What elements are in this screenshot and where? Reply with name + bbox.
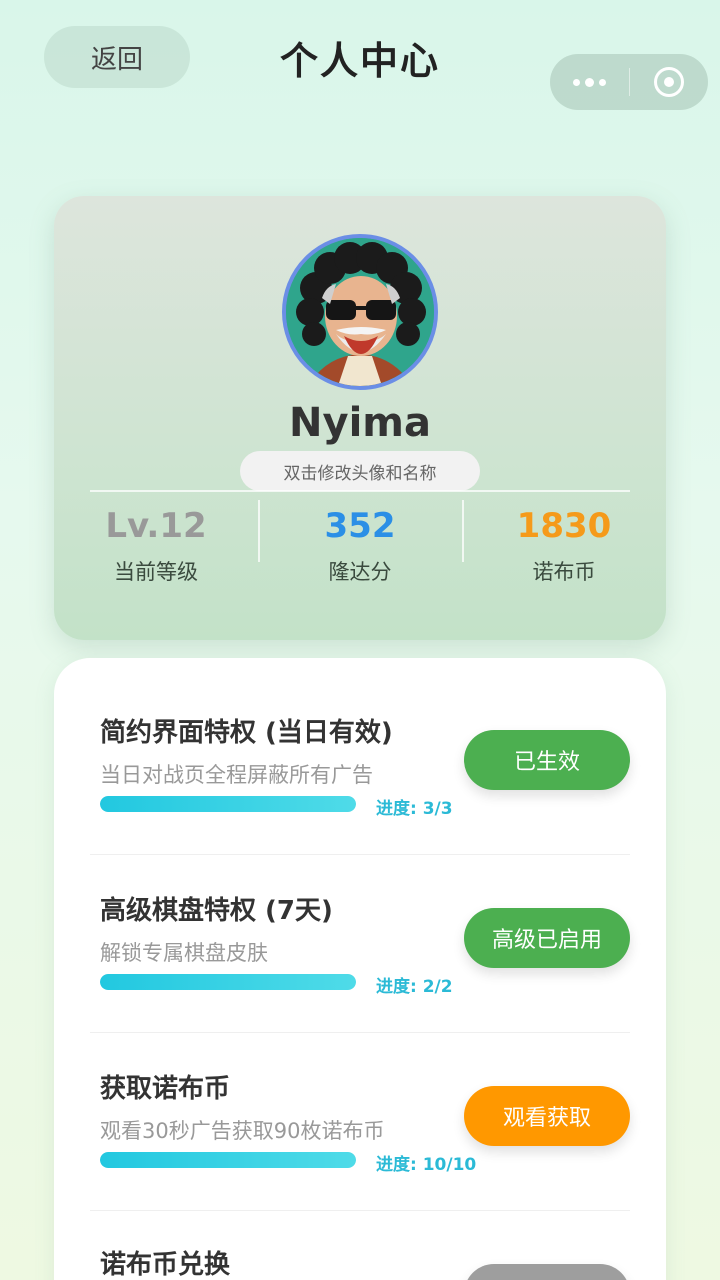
close-miniprogram-icon[interactable] (630, 54, 708, 110)
stat-coins: 1830 诺布币 (462, 496, 666, 596)
stats-row: Lv.12 当前等级 352 隆达分 1830 诺布币 (54, 496, 666, 596)
task-progress-fill (100, 974, 356, 990)
task-progress-bar (100, 974, 356, 990)
task-progress-bar (100, 1152, 356, 1168)
profile-card: Nyima 双击修改头像和名称 Lv.12 当前等级 352 隆达分 1830 … (54, 196, 666, 640)
stat-score-value: 352 (324, 506, 396, 546)
task-progress-text: 进度: 10/10 (376, 1155, 477, 1175)
edit-profile-hint[interactable]: 双击修改头像和名称 (240, 451, 480, 491)
stat-level: Lv.12 当前等级 (54, 496, 258, 596)
task-status-button[interactable]: 高级已启用 (464, 908, 630, 968)
miniprogram-capsule (550, 54, 708, 110)
stat-coins-value: 1830 (516, 506, 612, 546)
task-progress-text: 进度: 2/2 (376, 977, 453, 997)
task-divider (90, 1032, 630, 1033)
stat-score-label: 隆达分 (328, 560, 392, 584)
privileges-card: 简约界面特权 (当日有效) 当日对战页全程屏蔽所有广告 进度: 3/3 已生效 … (54, 658, 666, 1280)
task-progress-text: 进度: 3/3 (376, 799, 453, 819)
task-progress-fill (100, 1152, 356, 1168)
avatar[interactable] (282, 234, 438, 390)
task-divider (90, 1210, 630, 1211)
more-options-icon[interactable] (550, 54, 629, 110)
task-status-button[interactable]: 已生效 (464, 730, 630, 790)
task-progress-fill (100, 796, 356, 812)
stat-coins-label: 诺布币 (532, 560, 596, 584)
task-divider (90, 854, 630, 855)
stat-level-value: Lv.12 (105, 506, 207, 546)
task-progress-bar (100, 796, 356, 812)
stat-level-label: 当前等级 (114, 560, 198, 584)
watch-ad-button[interactable]: 观看获取 (464, 1086, 630, 1146)
stats-divider (90, 490, 630, 492)
user-nickname: Nyima (289, 400, 431, 446)
stat-score: 352 隆达分 (258, 496, 462, 596)
exchange-button[interactable] (464, 1264, 630, 1280)
